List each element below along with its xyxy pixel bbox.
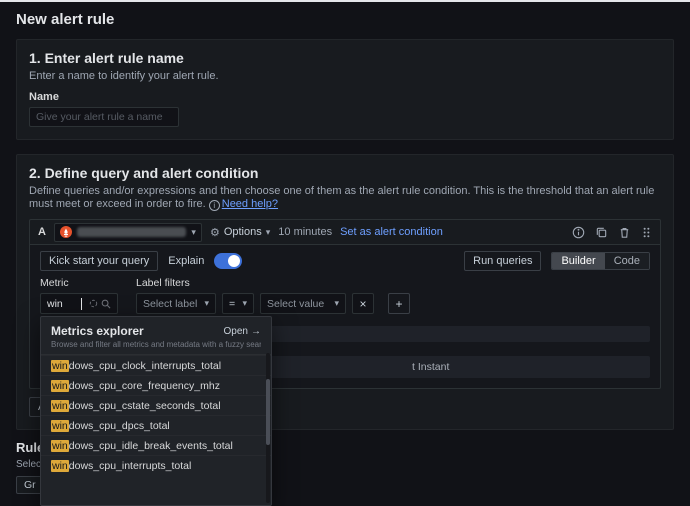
delete-query-icon[interactable] (618, 226, 631, 239)
metrics-explorer-title: Metrics explorer (51, 324, 144, 338)
chevron-down-icon: ▾ (265, 226, 271, 237)
query-card: A ▾ ⚙ Options ▾ 10 minutes Set as alert … (29, 219, 661, 506)
metric-option[interactable]: win dows_cpu_interrupts_total (41, 455, 271, 475)
metric-option[interactable]: win dows_cpu_idle_break_events_total (41, 435, 271, 455)
arrow-right-icon: → (251, 325, 261, 337)
chevron-down-icon: ▾ (334, 298, 339, 308)
metric-option[interactable]: win dows_cpu_dpcs_total (41, 415, 271, 435)
step2-title: 2. Define query and alert condition (29, 165, 259, 181)
chevron-down-icon: ▾ (242, 298, 247, 308)
metrics-explorer-open-link[interactable]: Open → (224, 326, 261, 337)
prometheus-icon (59, 226, 72, 238)
query-toolbar: Kick start your query Explain Run querie… (40, 251, 650, 271)
set-alert-condition-link[interactable]: Set as alert condition (340, 226, 443, 238)
mode-code[interactable]: Code (604, 253, 649, 269)
info-circle-icon[interactable] (572, 226, 585, 239)
dropdown-scrollbar-thumb[interactable] (266, 379, 270, 445)
mode-builder[interactable]: Builder (552, 253, 605, 269)
info-icon: i (208, 200, 220, 211)
metric-area: Metric Metrics explorer (40, 277, 650, 506)
metric-label: Metric (40, 277, 69, 289)
gear-icon: ⚙ (209, 226, 220, 239)
metrics-explorer-subtitle: Browse and filter all metrics and metada… (51, 340, 261, 349)
add-filter-button[interactable]: + (388, 293, 410, 314)
query-editor: Kick start your query Explain Run querie… (30, 244, 660, 506)
label-filters-controls: Select label ▾ = ▾ Select value ▾ × + (136, 293, 410, 314)
metric-search-input[interactable] (47, 297, 77, 310)
chevron-down-icon: ▾ (204, 298, 209, 308)
run-queries-button[interactable]: Run queries (464, 251, 542, 271)
label-filters-field: Label filters Select label ▾ = ▾ Select … (136, 277, 410, 314)
label-filters-label: Label filters (136, 277, 190, 289)
remove-filter-button[interactable]: × (352, 293, 374, 314)
search-icon (101, 299, 111, 308)
metrics-explorer-dropdown: Metrics explorer Open → Browse and filte… (40, 316, 272, 506)
toolbar-right: Run queries Builder Code (464, 251, 650, 271)
need-help-link[interactable]: Need help? (222, 198, 278, 210)
query-time-range: 10 minutes (278, 226, 333, 238)
step2-card: 2. Define query and alert condition Defi… (16, 154, 674, 506)
kick-start-button[interactable]: Kick start your query (40, 251, 159, 271)
operator-dropdown[interactable]: = ▾ (222, 293, 254, 314)
metric-option[interactable]: win dows_cpu_clock_interrupts_total (41, 355, 271, 375)
query-header: A ▾ ⚙ Options ▾ 10 minutes Set as alert … (30, 220, 660, 244)
drag-handle-icon[interactable] (641, 226, 652, 239)
datasource-name-redacted (76, 227, 187, 237)
query-options-button[interactable]: ⚙ Options ▾ (210, 226, 270, 239)
step1-description: Enter a name to identify your alert rule… (29, 70, 219, 82)
query-header-actions (572, 226, 652, 239)
metric-option[interactable]: win dows_cpu_cstate_seconds_total (41, 395, 271, 415)
text-cursor (81, 297, 82, 310)
metric-combobox[interactable] (40, 293, 118, 314)
loading-spinner-icon (89, 299, 98, 308)
metrics-list: win dows_cpu_clock_interrupts_total win dow… (41, 355, 271, 475)
editor-mode-switch: Builder Code (551, 252, 650, 270)
chevron-down-icon: ▾ (191, 226, 196, 237)
select-value-dropdown[interactable]: Select value ▾ (260, 293, 346, 314)
explain-toggle[interactable] (214, 253, 243, 269)
query-ref-id[interactable]: A (38, 226, 46, 238)
metric-field: Metric Metrics explorer (40, 277, 272, 506)
options-summary-partial: t Instant (412, 361, 450, 373)
metrics-explorer-header: Metrics explorer Open → Browse and filte… (41, 317, 271, 355)
top-divider (0, 0, 690, 2)
page-title: New alert rule (16, 11, 115, 28)
step2-description: Define queries and/or expressions and th… (29, 185, 655, 211)
name-label: Name (29, 91, 59, 103)
datasource-picker[interactable]: ▾ (53, 222, 202, 242)
step1-title: 1. Enter alert rule name (29, 50, 184, 66)
step1-card: 1. Enter alert rule name Enter a name to… (16, 39, 674, 140)
select-label-dropdown[interactable]: Select label ▾ (136, 293, 216, 314)
alert-name-input[interactable] (29, 107, 179, 127)
duplicate-query-icon[interactable] (595, 226, 608, 239)
explain-label: Explain (168, 255, 205, 267)
metric-option[interactable]: win dows_cpu_core_frequency_mhz (41, 375, 271, 395)
